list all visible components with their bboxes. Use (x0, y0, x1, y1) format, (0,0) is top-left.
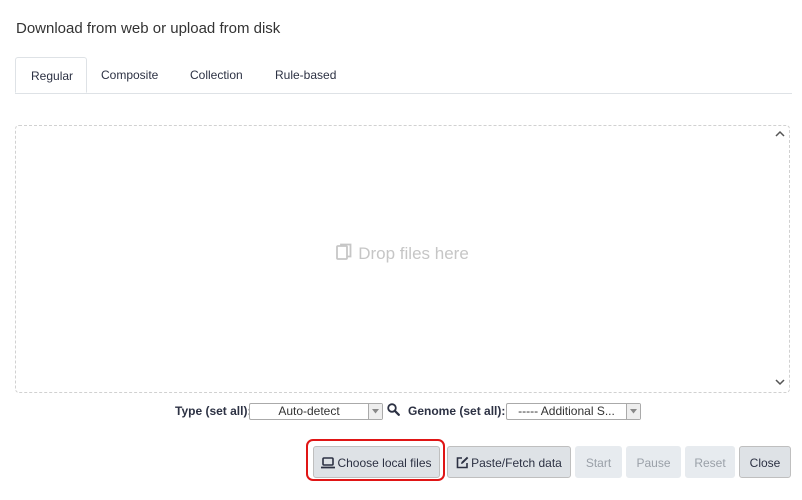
tab-regular-label: Regular (31, 69, 74, 83)
drop-hint-text: Drop files here (358, 244, 469, 263)
drop-zone[interactable]: Drop files here (15, 125, 790, 393)
reset-button[interactable]: Reset (685, 446, 735, 478)
type-select[interactable]: Auto-detect (249, 403, 383, 420)
drop-hint: Drop files here (16, 243, 789, 266)
tab-collection-label: Collection (190, 68, 243, 82)
genome-select-chevron-down-icon (626, 404, 640, 419)
tab-rule-based[interactable]: Rule-based (275, 57, 336, 93)
genome-select[interactable]: ----- Additional S... (506, 403, 641, 420)
genome-label: Genome (set all): (408, 404, 506, 418)
genome-select-value: ----- Additional S... (518, 404, 615, 418)
upload-settings-row: Type (set all): Auto-detect Genome (set … (0, 402, 802, 422)
pause-button[interactable]: Pause (626, 446, 681, 478)
tab-regular[interactable]: Regular (15, 57, 87, 93)
choose-local-files-label: Choose local files (337, 456, 432, 470)
scroll-up-icon[interactable] (775, 130, 785, 140)
tab-composite[interactable]: Composite (101, 57, 158, 93)
tab-collection[interactable]: Collection (190, 57, 243, 93)
type-select-value: Auto-detect (278, 404, 340, 418)
start-button[interactable]: Start (575, 446, 622, 478)
tab-rule-based-label: Rule-based (275, 68, 337, 82)
paste-fetch-label: Paste/Fetch data (471, 456, 562, 470)
copy-icon (336, 243, 352, 266)
type-select-chevron-down-icon (368, 404, 382, 419)
search-icon[interactable] (387, 403, 400, 419)
laptop-icon (321, 449, 336, 481)
choose-local-files-button[interactable]: Choose local files (313, 446, 440, 478)
paste-fetch-button[interactable]: Paste/Fetch data (447, 446, 571, 478)
edit-icon (456, 449, 469, 481)
tab-composite-label: Composite (101, 68, 159, 82)
upload-dialog: Download from web or upload from disk Re… (0, 0, 802, 500)
upload-tabs: Regular Composite Collection Rule-based (15, 57, 792, 94)
button-bar: Choose local files Paste/Fetch data Star… (0, 446, 802, 478)
scroll-down-icon[interactable] (775, 378, 785, 388)
type-label: Type (set all): (175, 404, 252, 418)
dialog-title: Download from web or upload from disk (16, 20, 281, 37)
close-button[interactable]: Close (739, 446, 791, 478)
